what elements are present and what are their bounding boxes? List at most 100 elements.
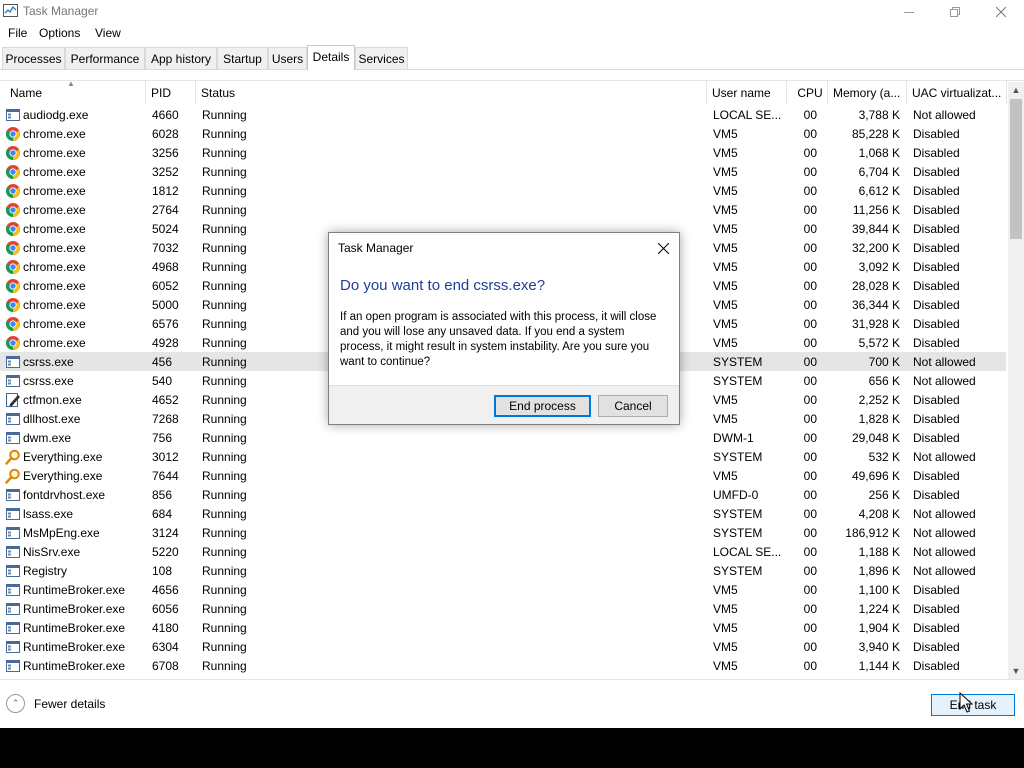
column-header-cpu[interactable]: CPU	[787, 81, 828, 105]
menu-view[interactable]: View	[95, 26, 121, 40]
process-memory: 1,188 K	[858, 545, 900, 559]
table-row[interactable]: NisSrv.exe 5220 Running LOCAL SE... 00 1,188 …	[0, 542, 1006, 561]
tab-processes[interactable]: Processes	[2, 47, 65, 69]
table-row[interactable]: lsass.exe 684 Running SYSTEM 00 4,208 K Not al…	[0, 504, 1006, 523]
process-memory: 3,788 K	[858, 108, 900, 122]
restore-button[interactable]	[932, 0, 978, 23]
table-row[interactable]: Everything.exe 3012 Running SYSTEM 00 532 K No…	[0, 447, 1006, 466]
tab-app-history[interactable]: App history	[145, 47, 217, 69]
process-memory: 532 K	[868, 450, 900, 464]
column-header-pid[interactable]: PID	[146, 81, 196, 105]
process-user: VM5	[713, 222, 738, 236]
tab-startup[interactable]: Startup	[217, 47, 268, 69]
table-row[interactable]: chrome.exe 3256 Running VM5 00 1,068 K Disable…	[0, 143, 1006, 162]
tab-details[interactable]: Details	[307, 45, 355, 70]
tab-users[interactable]: Users	[268, 47, 307, 69]
process-pid: 5220	[152, 545, 179, 559]
close-button[interactable]	[978, 0, 1024, 23]
table-row[interactable]: chrome.exe 3252 Running VM5 00 6,704 K Disable…	[0, 162, 1006, 181]
process-status: Running	[202, 526, 247, 540]
table-row[interactable]: chrome.exe 1812 Running VM5 00 6,612 K Disable…	[0, 181, 1006, 200]
fewer-details-button[interactable]: ⌃ Fewer details	[6, 694, 105, 713]
menu-options[interactable]: Options	[39, 26, 80, 40]
process-name: chrome.exe	[23, 184, 86, 198]
table-row[interactable]: RuntimeBroker.exe 6056 Running VM5 00 1,224 K…	[0, 599, 1006, 618]
table-row[interactable]: RuntimeBroker.exe 6708 Running VM5 00 1,144 K…	[0, 656, 1006, 675]
column-header-memory[interactable]: Memory (a...	[828, 81, 907, 105]
process-memory: 3,092 K	[858, 260, 900, 274]
process-name: MsMpEng.exe	[23, 526, 100, 540]
process-uac: Disabled	[913, 222, 960, 236]
process-user: VM5	[713, 336, 738, 350]
process-uac: Disabled	[913, 469, 960, 483]
process-cpu: 00	[803, 488, 817, 502]
table-row[interactable]: RuntimeBroker.exe 4656 Running VM5 00 1,100 K…	[0, 580, 1006, 599]
process-uac: Disabled	[913, 260, 960, 274]
title-bar: Task Manager	[0, 0, 1024, 23]
tab-services[interactable]: Services	[355, 47, 408, 69]
process-uac: Not allowed	[913, 355, 976, 369]
generic-exe-icon	[5, 563, 21, 579]
scroll-up-icon[interactable]: ▲	[1008, 82, 1024, 98]
process-status: Running	[202, 507, 247, 521]
tab-performance[interactable]: Performance	[65, 47, 145, 69]
table-row[interactable]: MsMpEng.exe 3124 Running SYSTEM 00 186,912 K N…	[0, 523, 1006, 542]
scrollbar-thumb[interactable]	[1010, 99, 1022, 239]
column-header-uac[interactable]: UAC virtualizat...	[907, 81, 1007, 105]
process-pid: 3252	[152, 165, 179, 179]
process-status: Running	[202, 412, 247, 426]
generic-exe-icon	[5, 582, 21, 598]
table-row[interactable]: audiodg.exe 4660 Running LOCAL SE... 00 3,788…	[0, 105, 1006, 124]
process-memory: 1,224 K	[858, 602, 900, 616]
process-cpu: 00	[803, 317, 817, 331]
process-uac: Not allowed	[913, 564, 976, 578]
table-row[interactable]: RuntimeBroker.exe 6304 Running VM5 00 3,940 K…	[0, 637, 1006, 656]
vertical-scrollbar[interactable]: ▲ ▼	[1008, 82, 1024, 679]
table-row[interactable]: Registry 108 Running SYSTEM 00 1,896 K Not all…	[0, 561, 1006, 580]
table-row[interactable]: chrome.exe 2764 Running VM5 00 11,256 K Disabl…	[0, 200, 1006, 219]
column-header-name[interactable]: Name	[5, 81, 146, 105]
column-header-user-name[interactable]: User name	[707, 81, 787, 105]
process-pid: 4928	[152, 336, 179, 350]
process-cpu: 00	[803, 507, 817, 521]
column-header-status[interactable]: Status	[196, 81, 707, 105]
process-memory: 6,612 K	[858, 184, 900, 198]
process-status: Running	[202, 298, 247, 312]
process-status: Running	[202, 146, 247, 160]
process-user: VM5	[713, 393, 738, 407]
generic-exe-icon	[5, 639, 21, 655]
dialog-close-button[interactable]	[651, 237, 675, 259]
process-cpu: 00	[803, 564, 817, 578]
process-cpu: 00	[803, 355, 817, 369]
chrome-icon	[5, 316, 21, 332]
chrome-icon	[5, 183, 21, 199]
minimize-button[interactable]	[886, 0, 932, 23]
process-pid: 684	[152, 507, 173, 521]
process-memory: 1,828 K	[858, 412, 900, 426]
table-row[interactable]: dwm.exe 756 Running DWM-1 00 29,048 K Disabled	[0, 428, 1006, 447]
cancel-button[interactable]: Cancel	[598, 395, 668, 417]
process-cpu: 00	[803, 241, 817, 255]
table-row[interactable]: fontdrvhost.exe 856 Running UMFD-0 00 256 K Di…	[0, 485, 1006, 504]
process-name: chrome.exe	[23, 317, 86, 331]
table-row[interactable]: Everything.exe 7644 Running VM5 00 49,696 K Di…	[0, 466, 1006, 485]
table-row[interactable]: chrome.exe 6028 Running VM5 00 85,228 K Disabl…	[0, 124, 1006, 143]
process-status: Running	[202, 336, 247, 350]
dialog-heading: Do you want to end csrss.exe?	[340, 277, 546, 294]
end-task-button[interactable]: End task	[931, 694, 1015, 716]
menu-file[interactable]: File	[8, 26, 27, 40]
chrome-icon	[5, 164, 21, 180]
process-name: RuntimeBroker.exe	[23, 640, 126, 654]
process-uac: Disabled	[913, 412, 960, 426]
process-uac: Disabled	[913, 241, 960, 255]
process-uac: Not allowed	[913, 450, 976, 464]
table-row[interactable]: RuntimeBroker.exe 4180 Running VM5 00 1,904 K…	[0, 618, 1006, 637]
process-name: csrss.exe	[23, 374, 74, 388]
scroll-down-icon[interactable]: ▼	[1008, 663, 1024, 679]
process-uac: Disabled	[913, 127, 960, 141]
process-name: chrome.exe	[23, 241, 86, 255]
process-name: ctfmon.exe	[23, 393, 82, 407]
end-process-button[interactable]: End process	[494, 395, 591, 417]
process-user: VM5	[713, 583, 738, 597]
dialog-message: If an open program is associated with th…	[340, 311, 657, 368]
